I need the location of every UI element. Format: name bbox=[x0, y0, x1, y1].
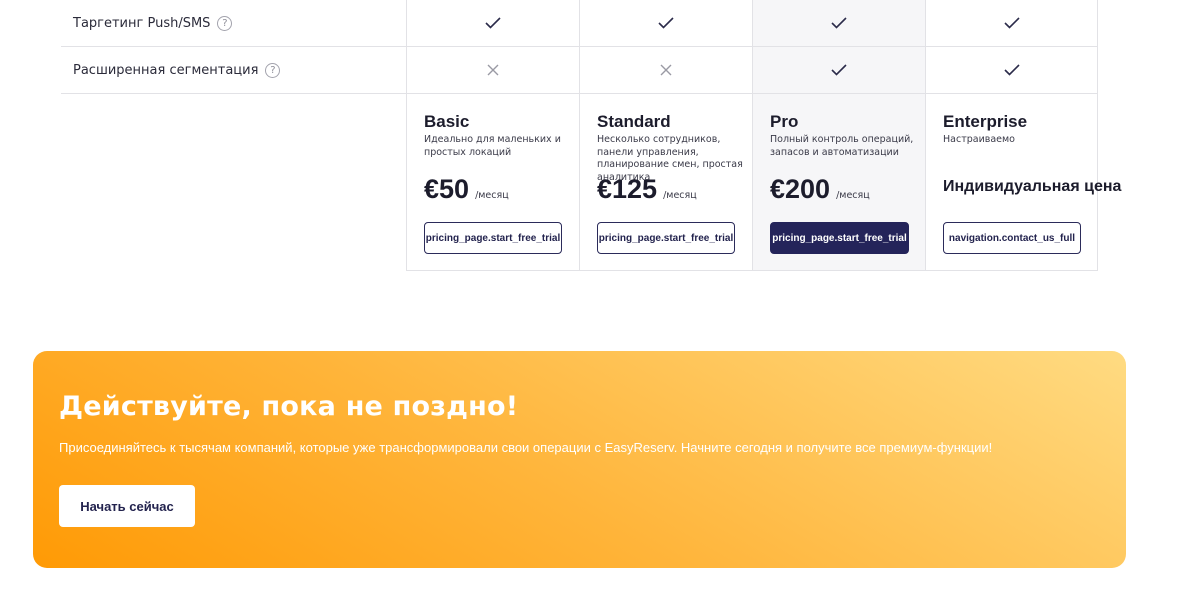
feature-cell-enterprise bbox=[925, 0, 1098, 46]
price-period: /месяц bbox=[663, 190, 697, 201]
feature-row-advanced-segmentation: Расширенная сегментация ? bbox=[61, 47, 1098, 94]
feature-cell-standard bbox=[579, 47, 752, 93]
cta-banner: Действуйте, пока не поздно! Присоединяйт… bbox=[33, 351, 1126, 568]
cross-icon bbox=[660, 64, 672, 76]
feature-label: Расширенная сегментация ? bbox=[73, 47, 281, 93]
plan-price: €200 /месяц bbox=[770, 174, 870, 205]
custom-price: Индивидуальная цена bbox=[943, 178, 1122, 195]
plan-description: Идеально для маленьких и простых локаций bbox=[424, 134, 561, 158]
feature-label-text: Расширенная сегментация bbox=[73, 62, 259, 78]
plan-price: €125 /месяц bbox=[597, 174, 697, 205]
feature-cell-basic bbox=[406, 0, 579, 46]
feature-cell-enterprise bbox=[925, 47, 1098, 93]
plan-description: Полный контроль операций, запасов и авто… bbox=[770, 134, 914, 158]
plan-price: €50 /месяц bbox=[424, 174, 509, 205]
start-free-trial-button[interactable]: pricing_page.start_free_trial bbox=[424, 222, 562, 254]
feature-cell-pro bbox=[752, 0, 925, 46]
question-circle-icon[interactable]: ? bbox=[217, 15, 233, 31]
plan-description: Настраиваемо bbox=[943, 134, 1015, 145]
price-amount: €50 bbox=[424, 174, 470, 204]
check-icon bbox=[831, 17, 847, 29]
price-period: /месяц bbox=[836, 190, 870, 201]
plan-name: Enterprise bbox=[943, 112, 1028, 131]
price-amount: €125 bbox=[597, 174, 658, 204]
feature-cell-pro bbox=[752, 47, 925, 93]
plan-card-basic: Basic Идеально для маленьких и простых л… bbox=[406, 93, 579, 271]
start-free-trial-button[interactable]: pricing_page.start_free_trial bbox=[597, 222, 735, 254]
price-amount: €200 bbox=[770, 174, 831, 204]
check-icon bbox=[485, 17, 501, 29]
feature-cell-basic bbox=[406, 47, 579, 93]
plan-name: Pro bbox=[770, 112, 799, 131]
price-period: /месяц bbox=[475, 190, 509, 201]
plan-card-pro: Pro Полный контроль операций, запасов и … bbox=[752, 93, 925, 271]
check-icon bbox=[831, 64, 847, 76]
plan-name: Basic bbox=[424, 112, 470, 131]
feature-cell-standard bbox=[579, 0, 752, 46]
start-now-button[interactable]: Начать сейчас bbox=[59, 485, 195, 527]
check-icon bbox=[1003, 17, 1020, 29]
plan-card-enterprise: Enterprise Настраиваемо Индивидуальная ц… bbox=[925, 93, 1121, 271]
feature-label: Таргетинг Push/SMS ? bbox=[73, 0, 233, 46]
plan-card-standard: Standard Несколько сотрудников, панели у… bbox=[579, 93, 752, 271]
feature-row-push-sms: Таргетинг Push/SMS ? bbox=[61, 0, 1098, 47]
start-free-trial-button[interactable]: pricing_page.start_free_trial bbox=[770, 222, 909, 254]
cta-text: Присоединяйтесь к тысячам компаний, кото… bbox=[59, 440, 993, 455]
check-icon bbox=[658, 17, 674, 29]
contact-us-button[interactable]: navigation.contact_us_full bbox=[943, 222, 1081, 254]
question-circle-icon[interactable]: ? bbox=[265, 62, 281, 78]
cta-title: Действуйте, пока не поздно! bbox=[59, 391, 519, 422]
feature-label-text: Таргетинг Push/SMS bbox=[73, 15, 211, 31]
plan-name: Standard bbox=[597, 112, 671, 131]
check-icon bbox=[1003, 64, 1020, 76]
cross-icon bbox=[487, 64, 499, 76]
